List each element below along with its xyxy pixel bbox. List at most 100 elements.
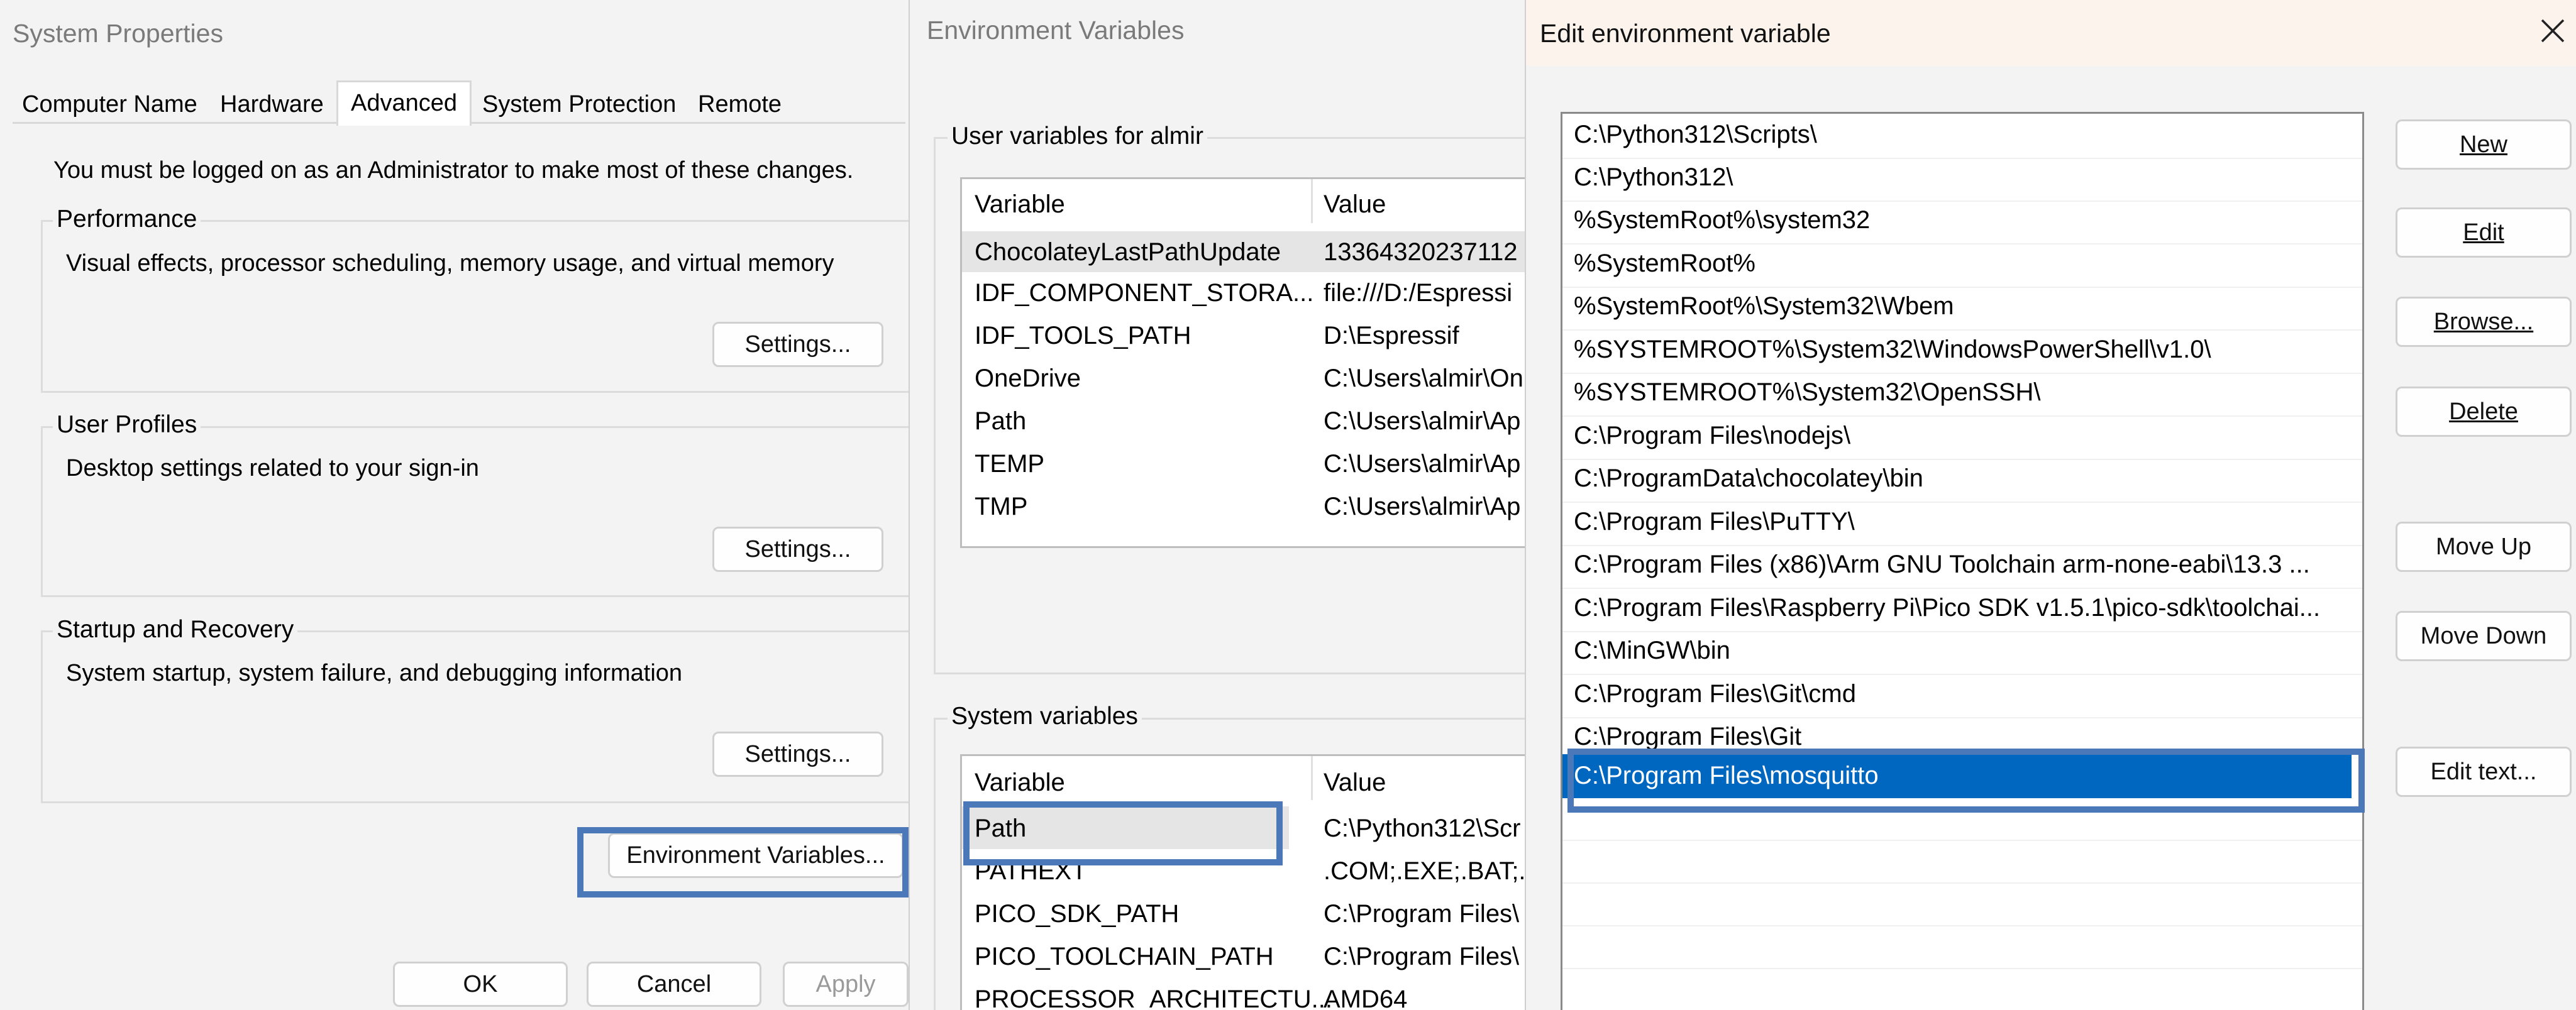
table-row[interactable]: ChocolateyLastPathUpdate 13364320237112 — [962, 231, 1525, 272]
table-row[interactable]: PROCESSOR_ARCHITECTU... AMD64 — [962, 977, 1525, 1010]
column-header-variable[interactable]: Variable — [975, 769, 1065, 797]
variable-name: ChocolateyLastPathUpdate — [975, 238, 1281, 266]
variable-value: .COM;.EXE;.BAT;.C — [1324, 857, 1525, 885]
column-header-value[interactable]: Value — [1324, 190, 1386, 219]
performance-description: Visual effects, processor scheduling, me… — [66, 250, 834, 277]
tab-advanced-label: Advanced — [351, 90, 458, 116]
variable-value: C:\Users\almir\Ap — [1324, 407, 1521, 435]
tab-hardware[interactable]: Hardware — [220, 91, 324, 118]
user-variables-table: Variable Value ChocolateyLastPathUpdate … — [960, 177, 1525, 548]
variable-name: IDF_COMPONENT_STORA... — [975, 279, 1314, 307]
move-down-button-label: Move Down — [2420, 622, 2547, 649]
list-item[interactable]: %SystemRoot%\System32\Wbem — [1562, 288, 2362, 331]
list-item[interactable]: %SYSTEMROOT%\System32\WindowsPowerShell\… — [1562, 331, 2362, 374]
path-entries: C:\Python312\Scripts\ C:\Python312\ %Sys… — [1562, 116, 2362, 1009]
system-variables-table: Variable Value Path C:\Python312\Scr PAT… — [960, 754, 1525, 1010]
browse-button-label: Browse... — [2433, 308, 2534, 335]
variable-value: C:\Program Files\ — [1324, 943, 1520, 970]
variable-value: C:\Users\almir\Ap — [1324, 450, 1521, 478]
selected-entry-highlight — [1567, 749, 2365, 813]
edit-button-label: Edit — [2463, 219, 2504, 246]
table-row[interactable]: TEMP C:\Users\almir\Ap — [962, 443, 1525, 486]
list-item[interactable]: C:\Python312\Scripts\ — [1562, 116, 2362, 159]
user-profiles-legend: User Profiles — [53, 411, 201, 439]
list-item[interactable]: %SystemRoot% — [1562, 245, 2362, 288]
window-title: System Properties — [13, 19, 223, 48]
edit-text-button-label: Edit text... — [2430, 758, 2537, 785]
list-item[interactable]: C:\Program Files (x86)\Arm GNU Toolchain… — [1562, 546, 2362, 589]
startup-recovery-description: System startup, system failure, and debu… — [66, 660, 683, 686]
close-icon[interactable] — [2537, 15, 2568, 47]
list-item[interactable]: C:\MinGW\bin — [1562, 632, 2362, 675]
column-divider — [1311, 179, 1313, 223]
environment-variables-highlight — [577, 827, 909, 897]
list-item[interactable]: %SYSTEMROOT%\System32\OpenSSH\ — [1562, 374, 2362, 417]
edit-window-title: Edit environment variable — [1540, 19, 1831, 48]
edit-environment-variable-window: Edit environment variable C:\Python312\S… — [1525, 0, 2576, 1010]
performance-settings-button[interactable]: Settings... — [712, 322, 883, 367]
variable-name: TMP — [975, 493, 1028, 520]
move-down-button[interactable]: Move Down — [2396, 611, 2572, 661]
table-row[interactable]: OneDrive C:\Users\almir\On — [962, 358, 1525, 400]
variable-name: TEMP — [975, 450, 1045, 478]
list-item[interactable]: C:\ProgramData\chocolatey\bin — [1562, 460, 2362, 503]
variable-value: C:\Program Files\ — [1324, 900, 1520, 928]
new-button-label: New — [2459, 131, 2508, 158]
cancel-button[interactable]: Cancel — [587, 962, 761, 1007]
environment-variables-window: Environment Variables User variables for… — [909, 0, 1525, 1010]
tab-remote[interactable]: Remote — [698, 91, 782, 118]
table-row[interactable]: IDF_TOOLS_PATH D:\Espressif — [962, 315, 1525, 358]
browse-button[interactable]: Browse... — [2396, 297, 2572, 347]
system-path-highlight — [963, 801, 1283, 865]
variable-value: C:\Users\almir\On — [1324, 365, 1523, 392]
move-up-button[interactable]: Move Up — [2396, 522, 2572, 572]
startup-recovery-settings-button[interactable]: Settings... — [712, 732, 883, 777]
variable-value: 13364320237112 — [1324, 238, 1518, 266]
list-item[interactable]: C:\Program Files\Git — [1562, 718, 2362, 750]
column-header-variable[interactable]: Variable — [975, 190, 1065, 219]
list-item[interactable]: C:\Program Files\Git\cmd — [1562, 676, 2362, 718]
table-row[interactable]: PICO_SDK_PATH C:\Program Files\ — [962, 892, 1525, 935]
tab-advanced[interactable]: Advanced — [336, 80, 472, 126]
column-header-value[interactable]: Value — [1324, 769, 1386, 797]
variable-name: OneDrive — [975, 365, 1081, 392]
column-divider — [1311, 756, 1313, 800]
list-item[interactable]: %SystemRoot%\system32 — [1562, 202, 2362, 244]
list-item[interactable]: C:\Python312\ — [1562, 159, 2362, 202]
new-button[interactable]: New — [2396, 119, 2572, 170]
variable-name: PROCESSOR_ARCHITECTU... — [975, 985, 1332, 1010]
apply-button[interactable]: Apply — [783, 962, 909, 1007]
list-item[interactable]: C:\Program Files\nodejs\ — [1562, 417, 2362, 460]
variable-value: C:\Python312\Scr — [1324, 815, 1521, 842]
table-row[interactable]: PICO_TOOLCHAIN_PATH C:\Program Files\ — [962, 935, 1525, 977]
list-item[interactable]: C:\Program Files\PuTTY\ — [1562, 503, 2362, 546]
list-item[interactable]: C:\Program Files\Raspberry Pi\Pico SDK v… — [1562, 590, 2362, 632]
user-variables-legend: User variables for almir — [948, 123, 1207, 150]
empty-row — [1562, 884, 2362, 926]
tab-computer-name[interactable]: Computer Name — [22, 91, 197, 118]
edit-text-button[interactable]: Edit text... — [2396, 747, 2572, 797]
variable-value: file:///D:/Espressi — [1324, 279, 1513, 307]
variable-name: IDF_TOOLS_PATH — [975, 322, 1191, 349]
system-properties-window: System Properties Computer Name Hardware… — [0, 0, 909, 1010]
user-profiles-description: Desktop settings related to your sign-in — [66, 455, 479, 481]
empty-row — [1562, 926, 2362, 969]
tab-system-protection[interactable]: System Protection — [482, 91, 676, 118]
delete-button-label: Delete — [2449, 398, 2518, 425]
table-row[interactable]: TMP C:\Users\almir\Ap — [962, 486, 1525, 529]
ok-button[interactable]: OK — [393, 962, 568, 1007]
variable-name: PICO_SDK_PATH — [975, 900, 1180, 928]
move-up-button-label: Move Up — [2435, 533, 2532, 560]
variable-name: PICO_TOOLCHAIN_PATH — [975, 943, 1274, 970]
edit-button[interactable]: Edit — [2396, 207, 2572, 258]
env-window-title: Environment Variables — [927, 16, 1185, 45]
variable-value: AMD64 — [1324, 985, 1408, 1010]
admin-note: You must be logged on as an Administrato… — [53, 157, 854, 184]
table-row[interactable]: Path C:\Users\almir\Ap — [962, 400, 1525, 443]
table-row[interactable]: IDF_COMPONENT_STORA... file:///D:/Espres… — [962, 272, 1525, 315]
variable-name: Path — [975, 407, 1027, 435]
delete-button[interactable]: Delete — [2396, 387, 2572, 437]
user-profiles-settings-button[interactable]: Settings... — [712, 527, 883, 572]
startup-recovery-group — [41, 630, 909, 803]
variable-value: C:\Users\almir\Ap — [1324, 493, 1521, 520]
